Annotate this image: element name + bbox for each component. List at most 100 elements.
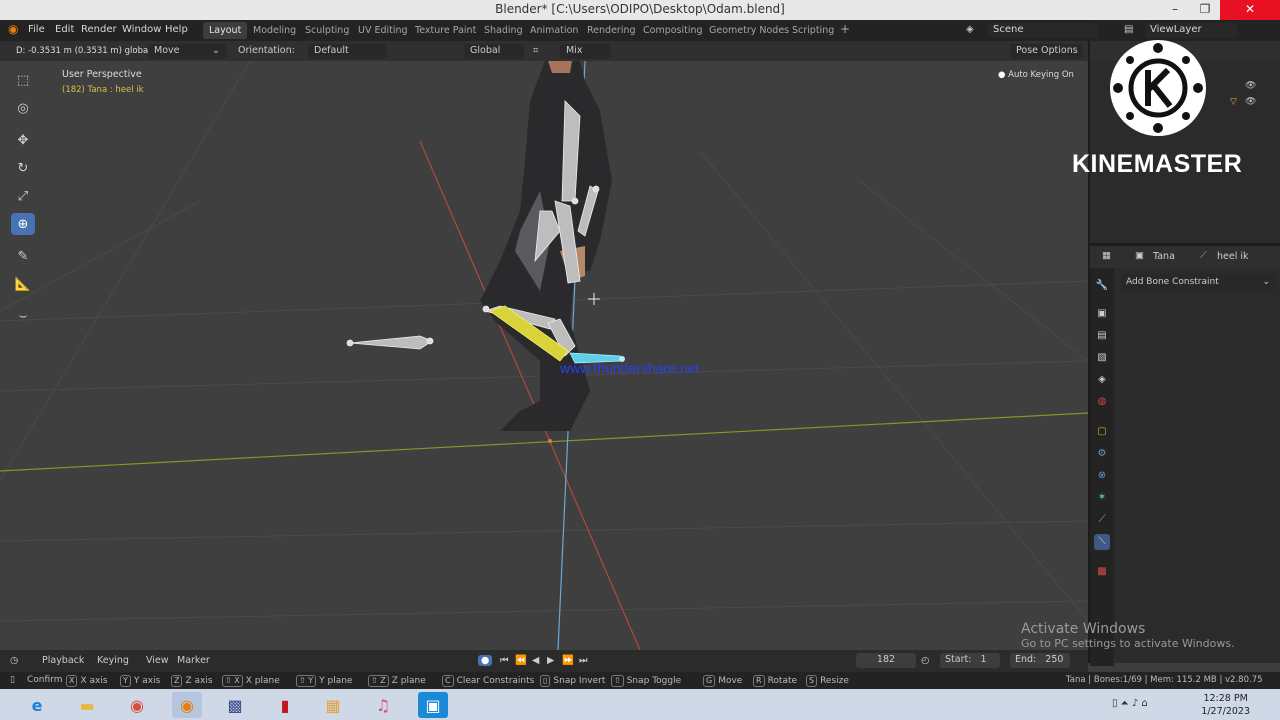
visibility-eye-icon[interactable]: 👁 bbox=[1245, 97, 1256, 107]
workspace-tab-layout[interactable]: Layout bbox=[203, 22, 248, 39]
kinemaster-k-icon bbox=[1113, 43, 1203, 133]
menu-edit[interactable]: Edit bbox=[55, 24, 74, 35]
status-key: ▯ bbox=[540, 675, 551, 687]
3d-viewport[interactable]: User Perspective (182) Tana : heel ik ● … bbox=[0, 61, 1088, 650]
mode-dropdown[interactable]: Move ⌄ bbox=[148, 44, 226, 59]
workspace-tab-geometry-nodes[interactable]: Geometry Nodes bbox=[703, 22, 795, 39]
end-frame-field[interactable]: End: 250 bbox=[1010, 653, 1070, 668]
jump-start-icon[interactable]: ⏮ bbox=[500, 655, 509, 666]
close-button[interactable]: ✕ bbox=[1220, 0, 1280, 20]
snap-mix-dropdown[interactable]: Mix bbox=[560, 44, 610, 59]
pose-tool-icon[interactable]: ⌣ bbox=[11, 305, 35, 327]
scene-icon[interactable]: ◈ bbox=[966, 24, 974, 35]
workspace-tab-rendering[interactable]: Rendering bbox=[581, 22, 642, 39]
blender-taskbar-icon[interactable]: ◉ bbox=[172, 692, 202, 718]
measure-tool-icon[interactable]: 📐 bbox=[11, 273, 35, 295]
editor-type-icon[interactable]: ◷ bbox=[10, 655, 18, 666]
view-layer-tab-icon[interactable]: ▧ bbox=[1094, 350, 1110, 366]
edge-browser-icon[interactable]: e bbox=[22, 692, 52, 718]
view-menu[interactable]: View bbox=[146, 655, 169, 666]
armature-tab-icon[interactable]: ✶ bbox=[1094, 490, 1110, 506]
add-bone-constraint-dropdown[interactable]: Add Bone Constraint ⌄ bbox=[1121, 274, 1275, 291]
playback-menu[interactable]: Playback bbox=[42, 655, 84, 666]
status-label: Z plane bbox=[391, 676, 426, 686]
start-frame-field[interactable]: Start: 1 bbox=[940, 653, 1000, 668]
current-frame-field[interactable]: 182 bbox=[856, 653, 916, 668]
file-explorer-icon[interactable]: ▬ bbox=[72, 692, 102, 718]
menu-render[interactable]: Render bbox=[81, 24, 117, 35]
pose-options-dropdown[interactable]: Pose Options bbox=[1010, 44, 1082, 59]
workspace-tab-sculpting[interactable]: Sculpting bbox=[299, 22, 355, 39]
chrome-icon[interactable]: ◉ bbox=[122, 692, 152, 718]
cursor-tool-icon[interactable]: ◎ bbox=[11, 97, 35, 119]
window-title: Blender* [C:\Users\ODIPO\Desktop\Odam.bl… bbox=[495, 2, 785, 16]
workspace-tab-animation[interactable]: Animation bbox=[524, 22, 584, 39]
workspace-tab-shading[interactable]: Shading bbox=[478, 22, 529, 39]
play-reverse-icon[interactable]: ◀ bbox=[532, 655, 539, 666]
pivot-dropdown[interactable]: Global bbox=[464, 44, 524, 59]
blender-logo-icon[interactable]: ◉ bbox=[8, 22, 18, 36]
maximize-button[interactable]: ❐ bbox=[1190, 0, 1220, 20]
rotate-tool-icon[interactable]: ↻ bbox=[11, 157, 35, 179]
snap-icon[interactable]: ⌗ bbox=[533, 44, 538, 59]
record-button[interactable]: ● bbox=[478, 655, 493, 666]
screen: Blender* [C:\Users\ODIPO\Desktop\Odam.bl… bbox=[0, 0, 1280, 720]
workspace-tab-uv-editing[interactable]: UV Editing bbox=[352, 22, 414, 39]
constraint-tab-icon[interactable]: ⊗ bbox=[1094, 468, 1110, 484]
annotate-tool-icon[interactable]: ✎ bbox=[11, 245, 35, 267]
tool-tab-icon[interactable]: 🔧 bbox=[1094, 278, 1110, 294]
app-taskbar-icon[interactable]: ▩ bbox=[220, 692, 250, 718]
snap-value: Mix bbox=[566, 45, 583, 56]
play-icon[interactable]: ▶ bbox=[547, 655, 554, 666]
bone-tab-icon[interactable]: ⟋ bbox=[1094, 512, 1110, 528]
output-tab-icon[interactable]: ▤ bbox=[1094, 328, 1110, 344]
object-tab-icon[interactable]: ▢ bbox=[1094, 424, 1110, 440]
bone-constraint-tab-icon[interactable]: ⟍ bbox=[1094, 534, 1110, 550]
modifier-tab-icon[interactable]: ⚙ bbox=[1094, 446, 1110, 462]
scene-selector[interactable]: Scene bbox=[988, 23, 1098, 38]
orientation-dropdown[interactable]: Default bbox=[308, 44, 386, 59]
status-label: Snap Toggle bbox=[626, 676, 682, 686]
add-workspace-icon[interactable]: + bbox=[840, 22, 850, 36]
blender-top-bar: ◉ File Edit Render Window Help Layout Mo… bbox=[0, 20, 1280, 41]
menu-window[interactable]: Window bbox=[122, 24, 161, 35]
jump-end-icon[interactable]: ⏭ bbox=[579, 655, 588, 666]
properties-bone-name[interactable]: heel ik bbox=[1217, 251, 1249, 262]
menu-file[interactable]: File bbox=[28, 24, 45, 35]
editor-type-icon[interactable]: ▦ bbox=[1102, 250, 1111, 261]
status-label: X plane bbox=[245, 676, 280, 686]
transform-tool-icon[interactable]: ⊕ bbox=[11, 213, 35, 235]
status-label: Confirm bbox=[27, 675, 63, 685]
activate-windows-subtitle: Go to PC settings to activate Windows. bbox=[1021, 637, 1235, 650]
workspace-tab-compositing[interactable]: Compositing bbox=[637, 22, 709, 39]
scale-tool-icon[interactable]: ⤢ bbox=[11, 185, 35, 207]
world-tab-icon[interactable]: ◍ bbox=[1094, 394, 1110, 410]
scene-tab-icon[interactable]: ◈ bbox=[1094, 372, 1110, 388]
workspace-tab-modeling[interactable]: Modeling bbox=[247, 22, 302, 39]
properties-object-name[interactable]: Tana bbox=[1153, 251, 1175, 262]
menu-help[interactable]: Help bbox=[165, 24, 188, 35]
properties-panel[interactable]: ▦ ▣ Tana ⟋ heel ik 🔧 ▣ ▤ ▧ ◈ ◍ ▢ ⚙ ⊗ ✶ ⟋… bbox=[1088, 243, 1280, 666]
minimize-button[interactable]: – bbox=[1160, 0, 1190, 20]
next-keyframe-icon[interactable]: ⏩ bbox=[562, 655, 574, 666]
status-key: Z bbox=[171, 675, 183, 687]
itunes-icon[interactable]: ♫ bbox=[368, 692, 398, 718]
system-tray-icons[interactable]: ▯ ⏶ ♪ ⌂ bbox=[1112, 698, 1148, 709]
stopwatch-icon[interactable]: ◴ bbox=[921, 655, 929, 666]
workspace-tab-texture-paint[interactable]: Texture Paint bbox=[409, 22, 482, 39]
move-tool-icon[interactable]: ✥ bbox=[11, 129, 35, 151]
visibility-eye-icon[interactable]: 👁 bbox=[1245, 81, 1256, 91]
keying-menu[interactable]: Keying bbox=[97, 655, 129, 666]
winrar-icon[interactable]: ▦ bbox=[318, 692, 348, 718]
texture-tab-icon[interactable]: ▩ bbox=[1094, 564, 1110, 580]
workspace-tab-scripting[interactable]: Scripting bbox=[786, 22, 840, 39]
prev-keyframe-icon[interactable]: ⏪ bbox=[515, 655, 527, 666]
render-tab-icon[interactable]: ▣ bbox=[1094, 306, 1110, 322]
view-layer-icon[interactable]: ▤ bbox=[1124, 24, 1133, 35]
marker-menu[interactable]: Marker bbox=[177, 655, 210, 666]
view-layer-selector[interactable]: ViewLayer bbox=[1145, 23, 1237, 38]
taskbar-clock[interactable]: 12:28 PM 1/27/2023 bbox=[1201, 692, 1250, 718]
select-tool-icon[interactable]: ⬚ bbox=[11, 69, 35, 91]
recorder-icon[interactable]: ▣ bbox=[418, 692, 448, 718]
media-app-icon[interactable]: ▮ bbox=[270, 692, 300, 718]
